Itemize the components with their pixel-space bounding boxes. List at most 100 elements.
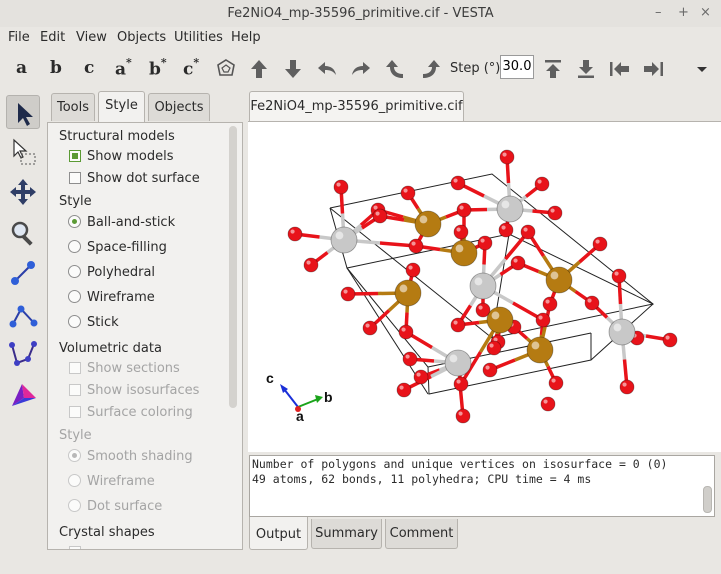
tab-style[interactable]: Style [98, 91, 145, 122]
translate-tool[interactable] [6, 175, 40, 209]
oxygen-atom[interactable] [499, 149, 515, 165]
view-along-a-button[interactable]: a [16, 58, 27, 78]
oxygen-atom[interactable] [455, 408, 471, 424]
tab-summary[interactable]: Summary [311, 519, 382, 549]
view-along-b-star-button[interactable]: b* [149, 56, 167, 80]
output-scrollbar[interactable] [703, 486, 712, 513]
nickel-atom[interactable] [469, 272, 497, 300]
translate-left-icon[interactable] [608, 57, 632, 81]
oxygen-atom[interactable] [398, 324, 414, 340]
oxygen-atom[interactable] [287, 226, 303, 242]
oxygen-atom[interactable] [486, 340, 502, 356]
atom-highlight [550, 208, 555, 213]
menu-edit[interactable]: Edit [40, 27, 65, 49]
menu-view[interactable]: View [76, 27, 107, 49]
rotate-down-icon[interactable] [281, 57, 305, 81]
dihedral-angle-icon [9, 341, 37, 366]
iron-atom[interactable] [394, 279, 422, 307]
oxygen-atom[interactable] [542, 296, 558, 312]
oxygen-atom[interactable] [362, 320, 378, 336]
oxygen-atom[interactable] [619, 379, 635, 395]
nickel-atom[interactable] [496, 195, 524, 223]
view-along-a-star-button[interactable]: a* [115, 56, 132, 80]
oxygen-atom[interactable] [482, 362, 498, 378]
rotate-left-icon[interactable] [315, 57, 339, 81]
panel-scrollbar[interactable] [229, 126, 237, 408]
view-along-b-button[interactable]: b [50, 58, 62, 78]
menu-objects[interactable]: Objects [117, 27, 166, 49]
nickel-atom[interactable] [330, 226, 358, 254]
iron-atom[interactable] [486, 306, 514, 334]
iron-atom[interactable] [414, 210, 442, 238]
iron-atom[interactable] [526, 336, 554, 364]
oxygen-atom[interactable] [396, 382, 412, 398]
translate-up-icon[interactable] [541, 57, 565, 81]
view-along-c-button[interactable]: c [84, 58, 94, 78]
document-tab[interactable]: Fe2NiO4_mp-35596_primitive.cif [249, 91, 464, 122]
tab-output[interactable]: Output [249, 517, 308, 550]
oxygen-atom[interactable] [402, 351, 418, 367]
move-icon [10, 179, 36, 205]
maximize-button[interactable]: + [678, 5, 689, 20]
oxygen-atom[interactable] [303, 257, 319, 273]
oxygen-atom[interactable] [333, 179, 349, 195]
oxygen-atom[interactable] [548, 375, 564, 391]
nickel-atom[interactable] [444, 349, 472, 377]
oxygen-atom[interactable] [372, 208, 388, 224]
oxygen-atom[interactable] [534, 176, 550, 192]
iron-atom[interactable] [450, 239, 478, 267]
oxygen-atom[interactable] [453, 224, 469, 240]
oxygen-atom[interactable] [456, 202, 472, 218]
tab-comment[interactable]: Comment [385, 519, 458, 549]
radio-icon [68, 240, 81, 253]
rotate-right-icon[interactable] [349, 57, 373, 81]
oxygen-atom[interactable] [662, 332, 678, 348]
oxygen-atom[interactable] [405, 262, 421, 278]
minimize-button[interactable]: – [655, 5, 662, 20]
oxygen-atom[interactable] [408, 238, 424, 254]
oxygen-atom[interactable] [498, 222, 514, 238]
iron-atom[interactable] [545, 266, 573, 294]
oxygen-atom[interactable] [520, 224, 536, 240]
rotate-clockwise-icon[interactable] [418, 57, 442, 81]
rotate-counterclockwise-icon[interactable] [384, 57, 408, 81]
oxygen-atom[interactable] [584, 295, 600, 311]
oxygen-atom[interactable] [477, 235, 493, 251]
polyhedron-view-icon[interactable] [214, 57, 238, 81]
oxygen-atom[interactable] [413, 369, 429, 385]
menu-file[interactable]: File [8, 27, 30, 49]
region-select-tool[interactable] [6, 134, 40, 168]
rotate-up-icon[interactable] [247, 57, 271, 81]
oxygen-atom[interactable] [400, 185, 416, 201]
view-along-c-star-button[interactable]: c* [183, 56, 199, 80]
oxygen-atom[interactable] [540, 396, 556, 412]
oxygen-atom[interactable] [450, 175, 466, 191]
tab-tools[interactable]: Tools [51, 93, 95, 121]
select-tool[interactable] [6, 95, 40, 129]
crystal-structure-view[interactable]: c b a [248, 122, 721, 452]
translate-right-icon[interactable] [641, 57, 665, 81]
structure-viewport[interactable]: c b a [248, 121, 721, 452]
oxygen-atom[interactable] [592, 236, 608, 252]
lattice-plane-tool[interactable] [6, 378, 40, 412]
oxygen-atom[interactable] [340, 286, 356, 302]
angle-tool[interactable] [6, 297, 40, 331]
oxygen-atom[interactable] [450, 317, 466, 333]
magnify-tool[interactable] [6, 216, 40, 250]
menu-utilities[interactable]: Utilities [174, 27, 223, 49]
oxygen-atom[interactable] [611, 268, 627, 284]
dihedral-tool[interactable] [6, 337, 40, 371]
step-input[interactable] [500, 55, 534, 79]
distance-tool[interactable] [6, 256, 40, 290]
close-button[interactable]: × [700, 5, 711, 20]
tab-objects[interactable]: Objects [148, 93, 210, 121]
oxygen-atom[interactable] [510, 255, 526, 271]
nickel-atom[interactable] [608, 318, 636, 346]
output-log[interactable]: Number of polygons and unique vertices o… [249, 455, 715, 517]
oxygen-atom[interactable] [453, 376, 469, 392]
menu-help[interactable]: Help [231, 27, 261, 49]
translate-down-icon[interactable] [574, 57, 598, 81]
oxygen-atom[interactable] [547, 205, 563, 221]
oxygen-atom[interactable] [535, 312, 551, 328]
toolbar-overflow-icon[interactable] [690, 57, 714, 81]
